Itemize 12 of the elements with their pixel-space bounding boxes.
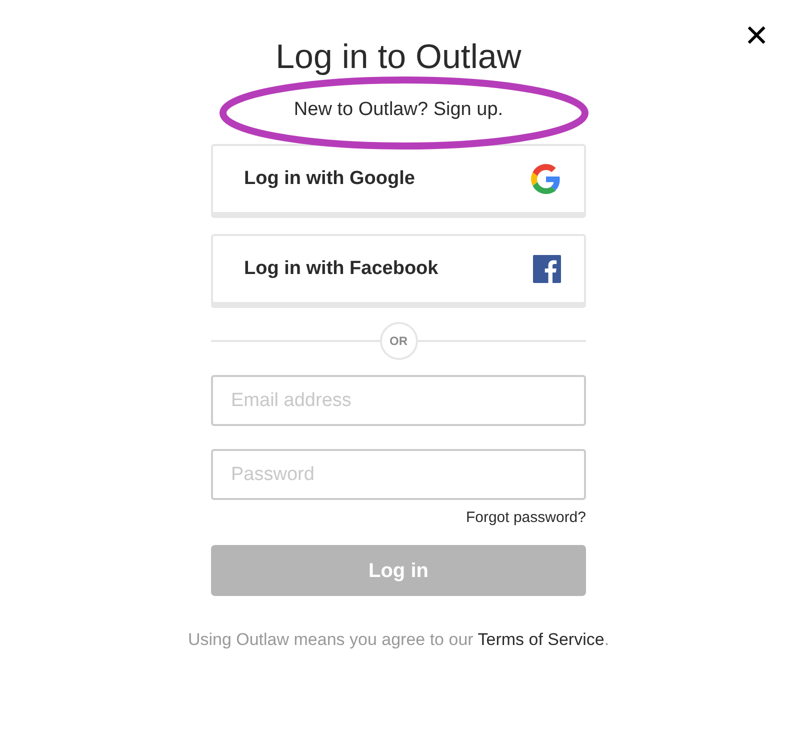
terms-link[interactable]: Terms of Service: [478, 630, 604, 649]
facebook-icon: [533, 255, 561, 283]
google-icon: [531, 164, 561, 194]
social-login-button[interactable]: Log in with Google: [211, 144, 586, 218]
signup-link[interactable]: Sign up.: [433, 99, 504, 120]
signup-prompt: New to Outlaw? Sign up.: [294, 98, 504, 122]
terms-notice: Using Outlaw means you agree to our Terms of Service.: [188, 629, 610, 651]
close-button[interactable]: ✕: [744, 22, 769, 52]
divider-label: OR: [380, 322, 418, 360]
forgot-password-link[interactable]: Forgot password?: [466, 508, 586, 528]
social-login-button[interactable]: Log in with Facebook: [211, 234, 586, 308]
dialog-title: Log in to Outlaw: [274, 37, 522, 78]
